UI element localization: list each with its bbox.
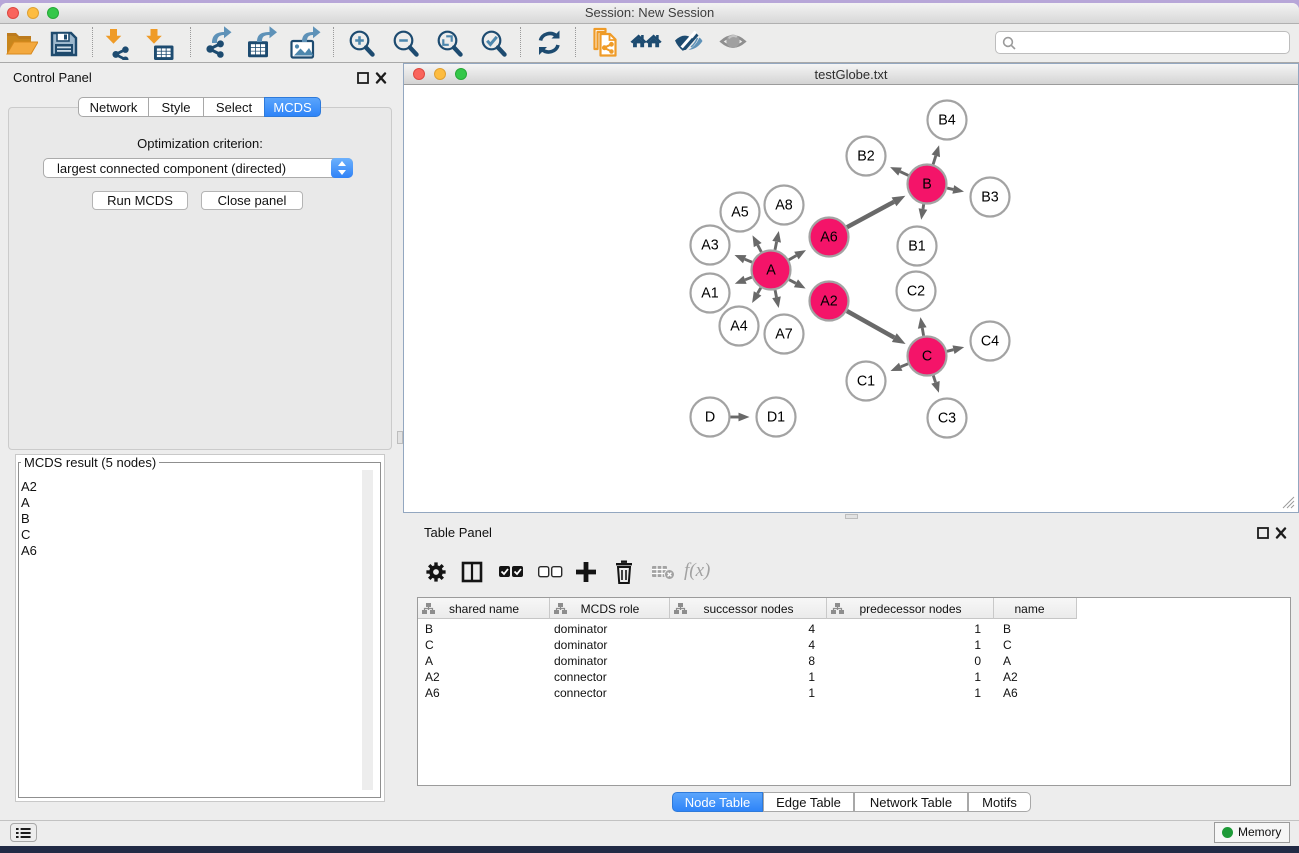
svg-text:A4: A4: [730, 319, 748, 335]
svg-text:A3: A3: [701, 238, 719, 254]
svg-text:C: C: [922, 349, 932, 365]
svg-text:B4: B4: [938, 113, 956, 129]
svg-text:A5: A5: [731, 205, 749, 221]
svg-text:B2: B2: [857, 149, 875, 165]
svg-text:A6: A6: [820, 230, 838, 246]
svg-text:A1: A1: [701, 286, 719, 302]
svg-text:C3: C3: [938, 411, 956, 427]
svg-text:A: A: [766, 263, 776, 279]
svg-text:C4: C4: [981, 334, 999, 350]
svg-text:A7: A7: [775, 327, 793, 343]
svg-text:B1: B1: [908, 239, 926, 255]
svg-text:D1: D1: [767, 410, 785, 426]
svg-text:A2: A2: [820, 294, 838, 310]
svg-text:D: D: [705, 410, 715, 426]
svg-text:B3: B3: [981, 190, 999, 206]
svg-text:C1: C1: [857, 374, 875, 390]
svg-text:B: B: [922, 177, 932, 193]
svg-text:A8: A8: [775, 198, 793, 214]
svg-text:C2: C2: [907, 284, 925, 300]
